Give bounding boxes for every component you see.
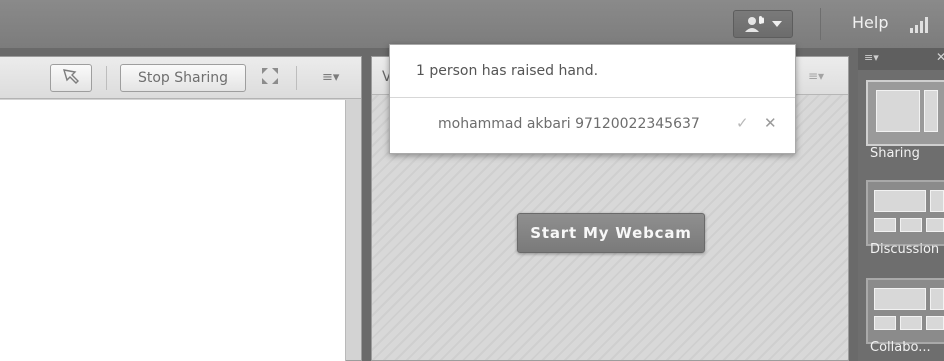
layout-label-sharing[interactable]: Sharing bbox=[870, 146, 920, 161]
divider bbox=[820, 8, 821, 40]
thumb-pod bbox=[924, 90, 938, 132]
share-toolbar: Stop Sharing ≡▾ bbox=[0, 57, 361, 99]
thumb-pod bbox=[874, 316, 896, 330]
thumb-pod bbox=[930, 190, 944, 212]
thumb-pod bbox=[876, 90, 920, 132]
attendee-name: mohammad akbari 97120022345637 bbox=[438, 116, 700, 132]
thumb-pod bbox=[926, 218, 944, 232]
layouts-header: ≡▾ ✕ bbox=[858, 48, 944, 70]
pointer-tool-button[interactable] bbox=[50, 64, 92, 92]
share-canvas bbox=[0, 100, 346, 361]
thumb-pod bbox=[900, 218, 922, 232]
fullscreen-icon bbox=[260, 66, 280, 90]
pod-options-menu[interactable]: ≡▾ bbox=[808, 69, 824, 83]
layout-discussion-thumbnail[interactable] bbox=[866, 180, 944, 246]
thumb-pod bbox=[930, 288, 944, 310]
thumb-pod bbox=[874, 190, 926, 212]
signal-bars-icon bbox=[908, 16, 944, 38]
pod-options-menu[interactable]: ≡▾ bbox=[322, 70, 339, 85]
list-item: mohammad akbari 97120022345637 ✓ ✕ bbox=[390, 98, 795, 155]
close-icon[interactable]: ✕ bbox=[936, 50, 944, 64]
pointer-tool-icon bbox=[61, 67, 81, 89]
thumb-pod bbox=[874, 288, 926, 310]
layouts-menu[interactable]: ≡▾ bbox=[864, 51, 879, 64]
layout-sharing-thumbnail[interactable] bbox=[866, 80, 944, 146]
start-webcam-button[interactable]: Start My Webcam bbox=[517, 213, 705, 253]
help-menu[interactable]: Help bbox=[852, 13, 888, 32]
fullscreen-button[interactable] bbox=[256, 64, 284, 92]
thumb-pod bbox=[874, 218, 896, 232]
layouts-panel: ≡▾ ✕ Sharing Discussion Collabo... bbox=[858, 48, 944, 361]
raise-hand-menu-button[interactable] bbox=[733, 10, 793, 38]
dismiss-close-icon[interactable]: ✕ bbox=[764, 114, 777, 132]
divider bbox=[106, 66, 107, 90]
layout-label-discussion[interactable]: Discussion bbox=[870, 242, 939, 257]
stop-sharing-button[interactable]: Stop Sharing bbox=[120, 64, 246, 92]
raised-hand-icon bbox=[744, 15, 766, 33]
chevron-down-icon bbox=[772, 21, 782, 27]
accept-check-icon[interactable]: ✓ bbox=[736, 114, 749, 132]
raised-hand-popup: 1 person has raised hand. mohammad akbar… bbox=[389, 44, 796, 154]
thumb-pod bbox=[900, 316, 922, 330]
popup-title: 1 person has raised hand. bbox=[416, 63, 599, 79]
top-bar: Help bbox=[0, 0, 944, 48]
layout-label-collaboration[interactable]: Collabo... bbox=[870, 340, 931, 355]
thumb-pod bbox=[926, 316, 944, 330]
share-pod: Stop Sharing ≡▾ bbox=[0, 56, 362, 361]
layout-collaboration-thumbnail[interactable] bbox=[866, 278, 944, 344]
divider bbox=[296, 66, 297, 90]
